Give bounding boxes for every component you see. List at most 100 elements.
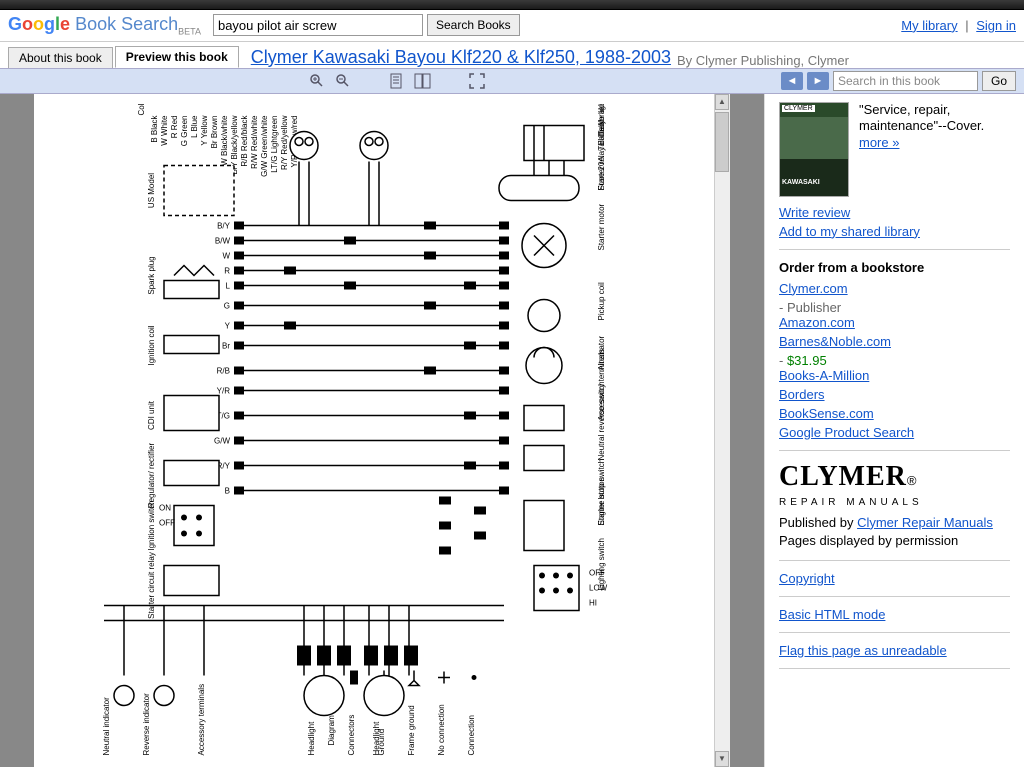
bookstore-link[interactable]: Borders — [779, 387, 1010, 402]
svg-text:Battery: Battery — [597, 120, 606, 145]
svg-text:Br: Br — [222, 341, 230, 350]
search-input[interactable] — [213, 14, 423, 36]
svg-text:Frame ground: Frame ground — [407, 705, 416, 755]
bookstore-link[interactable]: Barnes&Noble.com — [779, 334, 1010, 349]
svg-text:B Black: B Black — [150, 114, 159, 142]
svg-text:HI: HI — [589, 598, 597, 607]
svg-text:Y Yellow: Y Yellow — [200, 115, 209, 145]
svg-text:Y/R: Y/R — [217, 386, 231, 395]
svg-text:Color Code: Color Code — [137, 104, 146, 116]
svg-text:L: L — [226, 281, 231, 290]
svg-text:Spark plug: Spark plug — [147, 256, 156, 294]
publisher-logo: CLYMER® REPAIR MANUALS — [779, 461, 1010, 508]
order-heading: Order from a bookstore — [779, 260, 1010, 275]
svg-text:B/W: B/W — [215, 236, 231, 245]
svg-text:Ground: Ground — [377, 728, 386, 755]
toolbar-right: ◄ ► Go — [781, 71, 1016, 91]
svg-text:CDI unit: CDI unit — [147, 400, 156, 430]
svg-text:W White: W White — [160, 115, 169, 146]
book-cover[interactable]: CLYMER KAWASAKI — [779, 102, 849, 197]
write-review-link[interactable]: Write review — [779, 205, 1010, 220]
next-page-button[interactable]: ► — [807, 72, 829, 90]
sidebar: CLYMER KAWASAKI "Service, repair, mainte… — [764, 94, 1024, 767]
svg-text:No connection: No connection — [437, 704, 446, 755]
publisher-info: Published by Clymer Repair Manuals Pages… — [779, 514, 1010, 550]
header: Google Book SearchBETA Search Books My l… — [0, 10, 1024, 42]
add-library-link[interactable]: Add to my shared library — [779, 224, 1010, 239]
prev-page-button[interactable]: ◄ — [781, 72, 803, 90]
bookstore-link[interactable]: BookSense.com — [779, 406, 1010, 421]
svg-text:G: G — [224, 301, 230, 310]
tool-group — [308, 72, 486, 90]
main: Color Code B BlackW WhiteR RedG GreenL B… — [0, 94, 1024, 767]
book-page: Color Code B BlackW WhiteR RedG GreenL B… — [34, 94, 714, 767]
svg-text:US Model: US Model — [147, 172, 156, 207]
svg-text:G/W Green/white: G/W Green/white — [260, 115, 269, 177]
zoom-out-icon[interactable] — [334, 72, 352, 90]
svg-text:B/W Black/white: B/W Black/white — [220, 115, 229, 173]
sign-in-link[interactable]: Sign in — [976, 18, 1016, 33]
svg-text:Reverse indicator: Reverse indicator — [142, 693, 151, 756]
svg-text:Starter motor: Starter motor — [597, 203, 606, 250]
svg-text:Regulator/ rectifier: Regulator/ rectifier — [147, 442, 156, 508]
more-link[interactable]: more » — [859, 135, 899, 150]
svg-text:Ignition coil: Ignition coil — [147, 325, 156, 365]
svg-text:G/W: G/W — [214, 436, 230, 445]
svg-text:R/W Red/white: R/W Red/white — [250, 115, 259, 169]
svg-text:OFF: OFF — [159, 518, 175, 527]
svg-text:LT/G Lightgreen: LT/G Lightgreen — [270, 115, 279, 172]
google-logo: Google Book SearchBETA — [8, 14, 201, 37]
svg-text:OFF: OFF — [589, 568, 605, 577]
svg-text:Accessory terminals: Accessory terminals — [197, 684, 206, 756]
svg-text:Starter relay: Starter relay — [597, 147, 606, 191]
scroll-thumb[interactable] — [715, 112, 729, 172]
tab-about[interactable]: About this book — [8, 47, 113, 68]
svg-text:Connection: Connection — [467, 715, 476, 755]
search-books-button[interactable]: Search Books — [427, 14, 520, 36]
svg-text:L Blue: L Blue — [190, 115, 199, 138]
go-button[interactable]: Go — [982, 71, 1016, 91]
svg-text:Starter circuit relay: Starter circuit relay — [147, 552, 156, 619]
svg-text:R/B: R/B — [217, 366, 230, 375]
bookstore-link[interactable]: Books-A-Million — [779, 368, 1010, 383]
single-page-icon[interactable] — [388, 72, 406, 90]
svg-text:R/Y Red/yellow: R/Y Red/yellow — [280, 115, 289, 170]
copyright-link[interactable]: Copyright — [779, 571, 835, 586]
flag-page-link[interactable]: Flag this page as unreadable — [779, 643, 947, 658]
svg-text:Br Brown: Br Brown — [210, 115, 219, 148]
book-title-link[interactable]: Clymer Kawasaki Bayou Klf220 & Klf250, 1… — [251, 47, 671, 68]
my-library-link[interactable]: My library — [901, 18, 957, 33]
two-page-icon[interactable] — [414, 72, 432, 90]
svg-text:B: B — [225, 486, 230, 495]
book-byline: By Clymer Publishing, Clymer — [677, 53, 849, 68]
svg-text:Starter button: Starter button — [597, 477, 606, 525]
tab-preview[interactable]: Preview this book — [115, 46, 239, 68]
scrollbar[interactable]: ▲ ▼ — [714, 94, 730, 767]
cover-description: "Service, repair, maintenance"--Cover. m… — [859, 102, 1010, 197]
svg-text:R/B Red/black: R/B Red/black — [240, 114, 249, 166]
svg-text:Ignition switch: Ignition switch — [147, 500, 156, 550]
header-links: My library | Sign in — [901, 18, 1016, 33]
zoom-in-icon[interactable] — [308, 72, 326, 90]
svg-text:G Green: G Green — [180, 115, 189, 146]
window-titlebar — [0, 0, 1024, 10]
publisher-link[interactable]: Clymer Repair Manuals — [857, 515, 993, 530]
svg-text:ON: ON — [159, 503, 171, 512]
scroll-down-icon[interactable]: ▼ — [715, 751, 729, 767]
tabs-row: About this book Preview this book Clymer… — [0, 42, 1024, 68]
search-in-book-input[interactable] — [833, 71, 978, 91]
svg-text:Neutral reverse switch: Neutral reverse switch — [597, 381, 606, 460]
svg-text:Neutral indicator: Neutral indicator — [102, 697, 111, 756]
fullscreen-icon[interactable] — [468, 72, 486, 90]
svg-text:R: R — [224, 266, 230, 275]
bookstore-link[interactable]: Clymer.com — [779, 281, 1010, 296]
basic-html-link[interactable]: Basic HTML mode — [779, 607, 885, 622]
scroll-up-icon[interactable]: ▲ — [715, 94, 729, 110]
bookstore-link[interactable]: Google Product Search — [779, 425, 1010, 440]
bookstore-link[interactable]: Amazon.com — [779, 315, 1010, 330]
svg-text:LOW: LOW — [589, 583, 608, 592]
svg-text:Pickup coil: Pickup coil — [597, 282, 606, 320]
svg-text:W: W — [222, 251, 230, 260]
svg-text:B/Y: B/Y — [217, 221, 231, 230]
svg-text:Connectors: Connectors — [347, 714, 356, 755]
